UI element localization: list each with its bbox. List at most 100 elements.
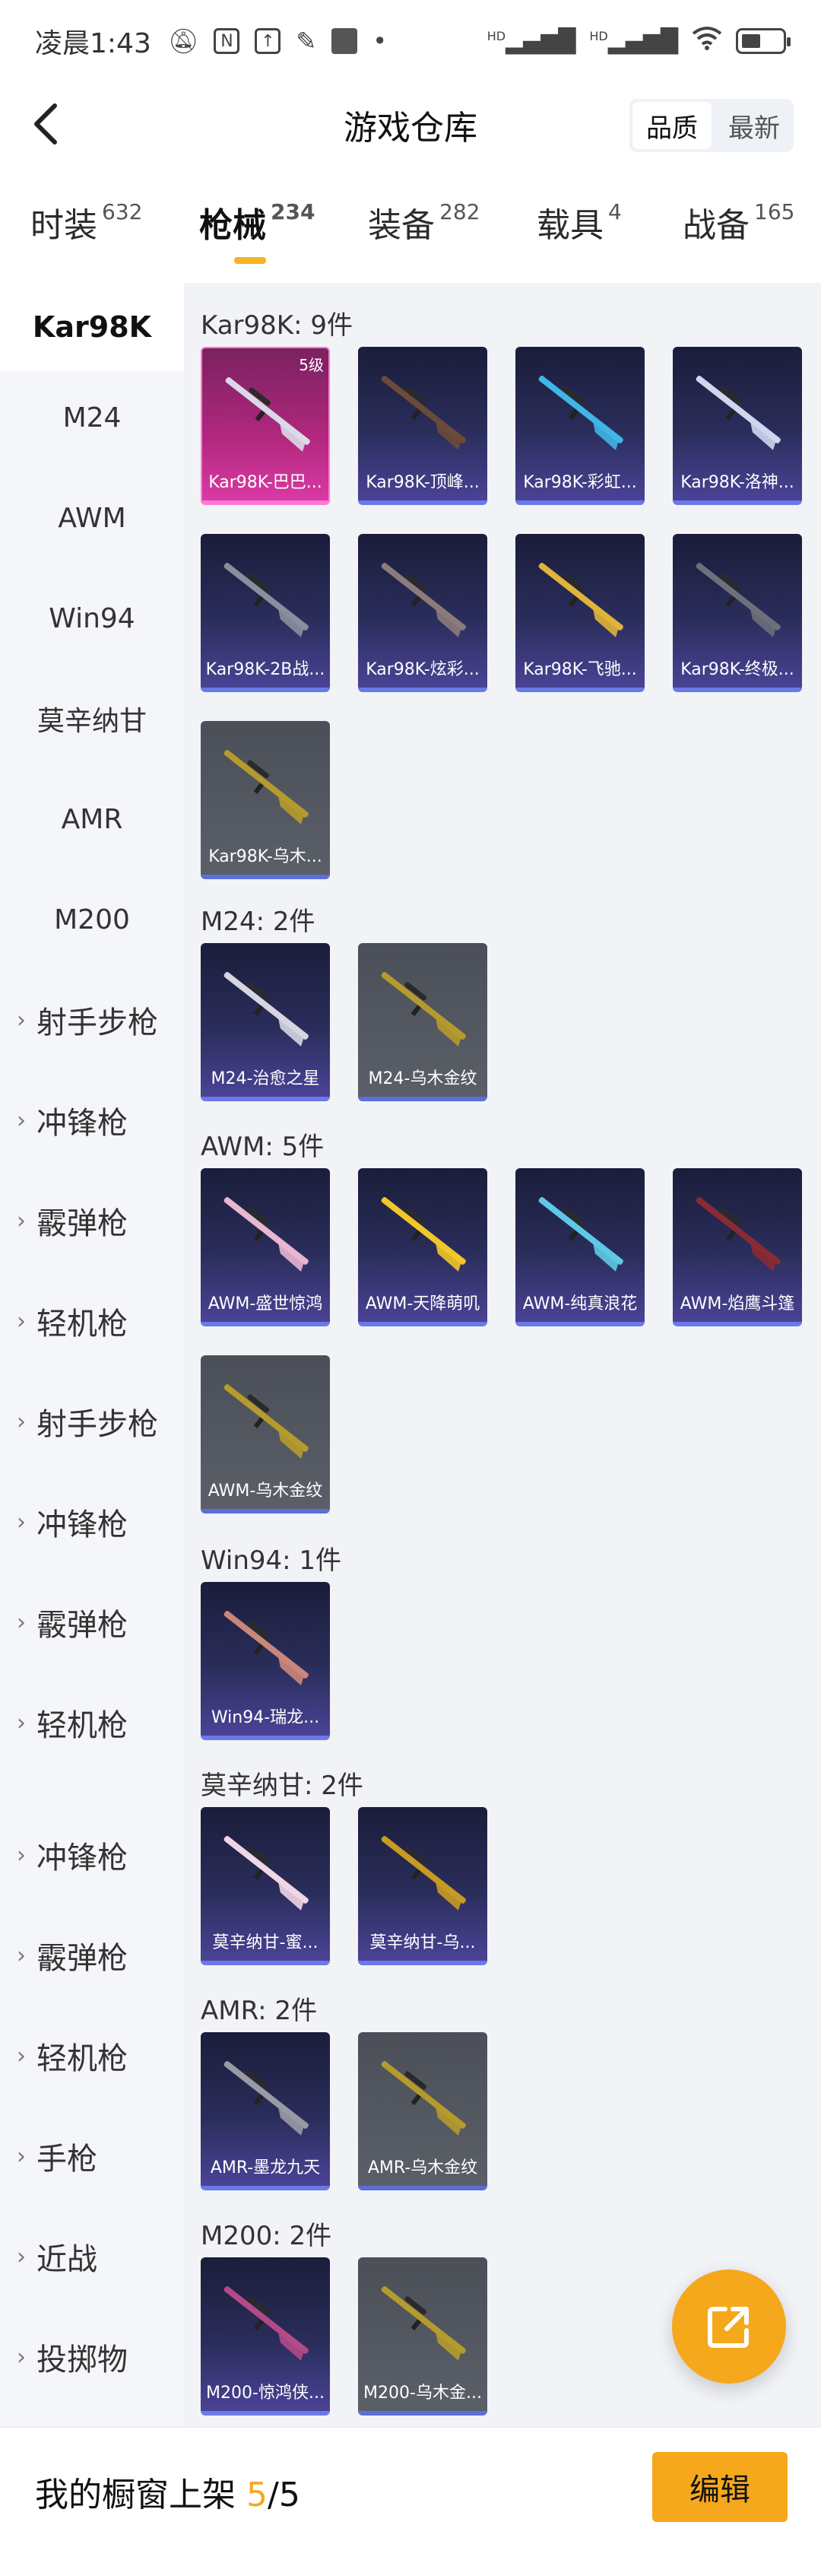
weapon-name: 莫辛纳甘-乌... — [369, 1933, 476, 1952]
weapon-name: M24-乌木金纹 — [368, 1069, 477, 1088]
sidebar-item[interactable]: › 轻机枪 — [0, 1279, 184, 1363]
weapon-card[interactable]: Kar98K-洛神... — [673, 347, 802, 505]
weapon-card[interactable]: Kar98K-2B战... — [201, 534, 330, 692]
sidebar-item[interactable]: › 霰弹枪 — [0, 1580, 184, 1664]
showcase-total-count: /5 — [268, 2476, 300, 2514]
weapon-card[interactable]: 莫辛纳甘-蜜... — [201, 1807, 330, 1965]
sidebar-item[interactable]: › 冲锋枪 — [0, 1813, 184, 1897]
tab-fashion[interactable]: 时装 632 — [30, 198, 142, 246]
sidebar-item[interactable]: › 近战 — [0, 2215, 184, 2298]
share-button[interactable] — [672, 2269, 786, 2384]
weapon-image — [696, 376, 781, 450]
weapon-type-sidebar: Kar98K M24 AWM Win94 莫辛纳甘 AMR M200 › 射手步枪 › 冲锋枪 › 霰弹… — [0, 283, 184, 2426]
sidebar-item-label: 冲锋枪 — [36, 1841, 128, 1876]
sidebar-item[interactable]: Kar98K — [0, 283, 184, 371]
weapon-card[interactable]: M200-乌木金... — [358, 2257, 487, 2416]
weapon-card[interactable]: Win94-瑞龙... — [201, 1582, 330, 1740]
weapon-image — [538, 376, 623, 450]
active-tab-indicator — [234, 257, 266, 264]
weapon-card[interactable]: M200-惊鸿侠... — [201, 2257, 330, 2416]
weapon-card[interactable]: Kar98K-顶峰... — [358, 347, 487, 505]
sidebar-item[interactable]: Win94 — [0, 577, 184, 660]
tab-count: 165 — [754, 199, 795, 224]
sidebar-item-label: 手枪 — [36, 2142, 97, 2177]
app-square-icon — [331, 28, 358, 54]
weapon-card[interactable]: AMR-乌木金纹 — [358, 2032, 487, 2190]
chevron-right-icon: › — [17, 2243, 26, 2270]
chevron-right-icon: › — [17, 1107, 26, 1134]
weapon-name: 莫辛纳甘-蜜... — [212, 1933, 319, 1952]
weapon-card[interactable]: M24-治愈之星 — [201, 943, 330, 1101]
chevron-right-icon: › — [17, 1709, 26, 1736]
weapon-image — [223, 750, 309, 824]
tab-equipment[interactable]: 装备 282 — [368, 198, 480, 246]
tab-guns[interactable]: 枪械 234 — [199, 198, 315, 264]
sidebar-item-label: 轻机枪 — [36, 1307, 128, 1342]
sidebar-item[interactable]: › 轻机枪 — [0, 2014, 184, 2098]
weapon-image — [223, 2061, 309, 2136]
section-title: Kar98K: 9件 — [201, 310, 353, 341]
weapon-card[interactable]: Kar98K-彩虹... — [515, 347, 645, 505]
weapon-card[interactable]: Kar98K-炫彩... — [358, 534, 487, 692]
weapon-card[interactable]: AWM-焰鹰斗篷 — [673, 1168, 802, 1326]
sidebar-item[interactable]: 莫辛纳甘 — [0, 677, 184, 761]
weapon-card[interactable]: Kar98K-飞驰... — [515, 534, 645, 692]
chevron-right-icon: › — [17, 1307, 26, 1335]
sort-newest-option[interactable]: 最新 — [715, 99, 794, 152]
weapon-image — [223, 1836, 309, 1911]
weapon-name: AWM-天降萌叽 — [365, 1294, 480, 1313]
sidebar-item[interactable]: › 投掷物 — [0, 2315, 184, 2399]
sidebar-item-label: 近战 — [36, 2242, 97, 2277]
tab-battle-prep[interactable]: 战备 165 — [683, 198, 794, 246]
weapon-image — [223, 1197, 309, 1272]
weapon-image — [381, 972, 466, 1047]
sidebar-item-label: AMR — [61, 803, 123, 835]
sidebar-item[interactable]: › 冲锋枪 — [0, 1480, 184, 1564]
sidebar-item[interactable]: › 霰弹枪 — [0, 1914, 184, 1997]
sort-toggle[interactable]: 品质 最新 — [629, 99, 794, 152]
sidebar-item-label: 投掷物 — [36, 2343, 128, 2377]
sidebar-item-label: AWM — [58, 502, 126, 534]
weapon-card[interactable]: AWM-纯真浪花 — [515, 1168, 645, 1326]
weapon-name: Kar98K-巴巴... — [208, 473, 322, 492]
sidebar-item[interactable]: M200 — [0, 878, 184, 961]
tab-count: 282 — [439, 199, 480, 224]
sidebar-item[interactable]: › 冲锋枪 — [0, 1078, 184, 1162]
back-button[interactable] — [20, 97, 73, 151]
sidebar-item[interactable]: AMR — [0, 777, 184, 861]
sort-quality-option[interactable]: 品质 — [632, 102, 712, 149]
weapon-name: Win94-瑞龙... — [211, 1708, 320, 1727]
weapon-name: Kar98K-终极... — [680, 660, 794, 679]
sidebar-item[interactable]: › 霰弹枪 — [0, 1179, 184, 1263]
sidebar-item[interactable]: › 射手步枪 — [0, 1380, 184, 1463]
sidebar-item-label: 霰弹枪 — [36, 1608, 128, 1643]
sidebar-item[interactable]: › 射手步枪 — [0, 978, 184, 1062]
sidebar-item[interactable]: M24 — [0, 376, 184, 459]
tab-vehicles[interactable]: 载具 4 — [537, 198, 622, 246]
weapon-image — [538, 563, 623, 637]
status-notification-icons: 🔕︎ N ↑ ✎ • — [168, 27, 387, 56]
weapon-card[interactable]: 莫辛纳甘-乌... — [358, 1807, 487, 1965]
sidebar-item[interactable]: › 轻机枪 — [0, 1681, 184, 1764]
weapon-card[interactable]: AWM-乌木金纹 — [201, 1355, 330, 1514]
weapon-card[interactable]: Kar98K-终极... — [673, 534, 802, 692]
weapon-card[interactable]: AWM-天降萌叽 — [358, 1168, 487, 1326]
sidebar-item[interactable]: AWM — [0, 476, 184, 560]
hd-signal-icon: HD▂▄▆█ — [589, 27, 678, 55]
tab-count: 4 — [608, 199, 622, 224]
sidebar-item-label: M200 — [54, 904, 130, 935]
sidebar-item[interactable]: › 手枪 — [0, 2114, 184, 2198]
weapon-card[interactable]: Kar98K-乌木... — [201, 721, 330, 879]
edit-button[interactable]: 编辑 — [652, 2452, 788, 2522]
weapon-name: Kar98K-乌木... — [208, 847, 322, 866]
sidebar-item-label: 莫辛纳甘 — [36, 706, 147, 737]
weapon-image — [381, 2061, 466, 2136]
weapon-card[interactable]: 5级 Kar98K-巴巴... — [201, 347, 330, 505]
weapon-card[interactable]: AWM-盛世惊鸿 — [201, 1168, 330, 1326]
share-icon — [708, 2307, 749, 2348]
section-title: M24: 2件 — [201, 907, 315, 937]
sidebar-item-label: M24 — [62, 402, 122, 434]
weapon-card[interactable]: M24-乌木金纹 — [358, 943, 487, 1101]
weapon-image — [223, 972, 309, 1047]
weapon-card[interactable]: AMR-墨龙九天 — [201, 2032, 330, 2190]
